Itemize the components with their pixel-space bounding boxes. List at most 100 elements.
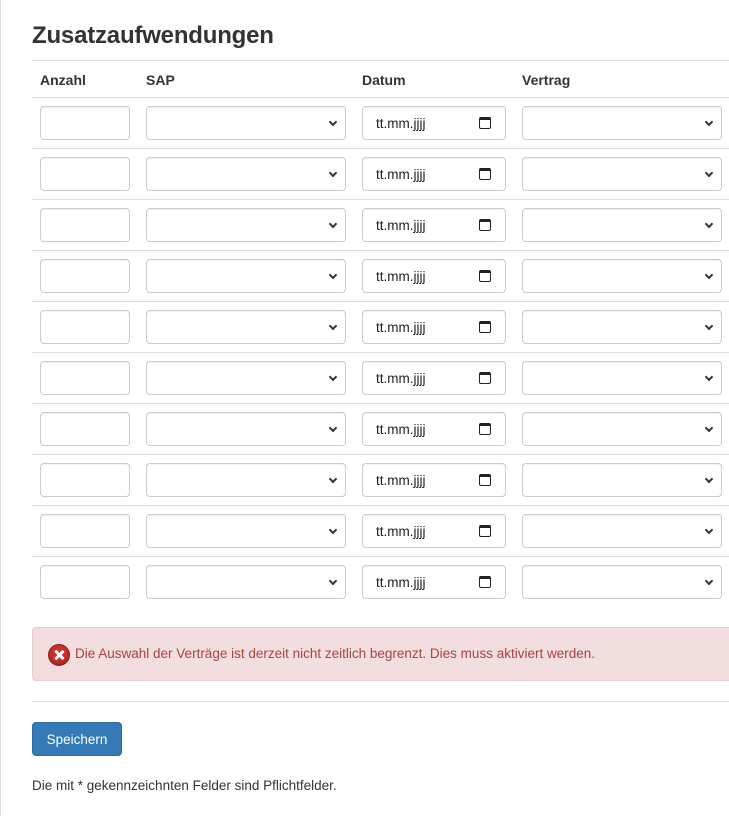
vertrag-select[interactable] (522, 412, 722, 446)
calendar-icon[interactable] (479, 423, 491, 435)
date-placeholder: tt.mm.jjjj (376, 320, 426, 335)
date-placeholder: tt.mm.jjjj (376, 371, 426, 386)
chevron-down-icon (704, 270, 714, 280)
vertrag-select[interactable] (522, 565, 722, 599)
calendar-icon[interactable] (479, 525, 491, 537)
sap-select[interactable] (146, 361, 346, 395)
chevron-down-icon (704, 525, 714, 535)
datum-input[interactable]: tt.mm.jjjj (362, 310, 506, 344)
anzahl-input[interactable] (40, 463, 130, 497)
chevron-down-icon (328, 423, 338, 433)
anzahl-input[interactable] (40, 565, 130, 599)
chevron-down-icon (704, 168, 714, 178)
page-title: Zusatzaufwendungen (32, 22, 274, 49)
calendar-icon[interactable] (479, 474, 491, 486)
date-placeholder: tt.mm.jjjj (376, 422, 426, 437)
calendar-icon[interactable] (479, 372, 491, 384)
sap-select[interactable] (146, 208, 346, 242)
chevron-down-icon (328, 168, 338, 178)
table-row: tt.mm.jjjj (32, 404, 729, 455)
sap-select[interactable] (146, 565, 346, 599)
table-row: tt.mm.jjjj (32, 200, 729, 251)
datum-input[interactable]: tt.mm.jjjj (362, 106, 506, 140)
table-row: tt.mm.jjjj (32, 251, 729, 302)
chevron-down-icon (328, 372, 338, 382)
table-header: Anzahl SAP Datum Vertrag (32, 61, 729, 98)
table-row: tt.mm.jjjj (32, 455, 729, 506)
chevron-down-icon (328, 270, 338, 280)
chevron-down-icon (328, 474, 338, 484)
anzahl-input[interactable] (40, 361, 130, 395)
calendar-icon[interactable] (479, 576, 491, 588)
sap-select[interactable] (146, 259, 346, 293)
vertrag-select[interactable] (522, 157, 722, 191)
anzahl-input[interactable] (40, 106, 130, 140)
error-x-icon (48, 644, 70, 666)
table-row: tt.mm.jjjj (32, 302, 729, 353)
sap-select[interactable] (146, 310, 346, 344)
chevron-down-icon (704, 474, 714, 484)
datum-input[interactable]: tt.mm.jjjj (362, 361, 506, 395)
table-row: tt.mm.jjjj (32, 98, 729, 149)
vertrag-select[interactable] (522, 310, 722, 344)
anzahl-input[interactable] (40, 157, 130, 191)
anzahl-input[interactable] (40, 259, 130, 293)
chevron-down-icon (704, 219, 714, 229)
sap-select[interactable] (146, 514, 346, 548)
vertrag-select[interactable] (522, 463, 722, 497)
date-placeholder: tt.mm.jjjj (376, 218, 426, 233)
calendar-icon[interactable] (479, 321, 491, 333)
chevron-down-icon (704, 321, 714, 331)
table-row: tt.mm.jjjj (32, 149, 729, 200)
sap-select[interactable] (146, 412, 346, 446)
chevron-down-icon (704, 576, 714, 586)
table-row: tt.mm.jjjj (32, 557, 729, 608)
column-header-datum: Datum (362, 72, 406, 88)
chevron-down-icon (328, 321, 338, 331)
datum-input[interactable]: tt.mm.jjjj (362, 463, 506, 497)
date-placeholder: tt.mm.jjjj (376, 524, 426, 539)
anzahl-input[interactable] (40, 208, 130, 242)
error-alert: Die Auswahl der Verträge ist derzeit nic… (32, 627, 729, 681)
date-placeholder: tt.mm.jjjj (376, 473, 426, 488)
date-placeholder: tt.mm.jjjj (376, 167, 426, 182)
vertrag-select[interactable] (522, 208, 722, 242)
sap-select[interactable] (146, 106, 346, 140)
date-placeholder: tt.mm.jjjj (376, 575, 426, 590)
datum-input[interactable]: tt.mm.jjjj (362, 208, 506, 242)
vertrag-select[interactable] (522, 259, 722, 293)
sap-select[interactable] (146, 157, 346, 191)
anzahl-input[interactable] (40, 310, 130, 344)
chevron-down-icon (328, 117, 338, 127)
chevron-down-icon (704, 423, 714, 433)
calendar-icon[interactable] (479, 219, 491, 231)
sap-select[interactable] (146, 463, 346, 497)
divider (32, 701, 729, 702)
chevron-down-icon (328, 525, 338, 535)
vertrag-select[interactable] (522, 106, 722, 140)
datum-input[interactable]: tt.mm.jjjj (362, 412, 506, 446)
calendar-icon[interactable] (479, 270, 491, 282)
datum-input[interactable]: tt.mm.jjjj (362, 259, 506, 293)
column-header-anzahl: Anzahl (40, 72, 86, 88)
table-row: tt.mm.jjjj (32, 353, 729, 404)
table-body: tt.mm.jjjj tt.mm.jjjj tt.mm.jjjj tt.mm.jjjj… (32, 98, 729, 608)
page-frame: Zusatzaufwendungen Anzahl SAP Datum Vert… (0, 0, 729, 816)
alert-message: Die Auswahl der Verträge ist derzeit nic… (75, 646, 595, 661)
chevron-down-icon (704, 372, 714, 382)
date-placeholder: tt.mm.jjjj (376, 269, 426, 284)
datum-input[interactable]: tt.mm.jjjj (362, 514, 506, 548)
vertrag-select[interactable] (522, 514, 722, 548)
anzahl-input[interactable] (40, 412, 130, 446)
chevron-down-icon (704, 117, 714, 127)
calendar-icon[interactable] (479, 117, 491, 129)
datum-input[interactable]: tt.mm.jjjj (362, 565, 506, 599)
vertrag-select[interactable] (522, 361, 722, 395)
save-button[interactable]: Speichern (32, 722, 122, 756)
datum-input[interactable]: tt.mm.jjjj (362, 157, 506, 191)
anzahl-input[interactable] (40, 514, 130, 548)
date-placeholder: tt.mm.jjjj (376, 116, 426, 131)
calendar-icon[interactable] (479, 168, 491, 180)
column-header-sap: SAP (146, 72, 175, 88)
table-row: tt.mm.jjjj (32, 506, 729, 557)
